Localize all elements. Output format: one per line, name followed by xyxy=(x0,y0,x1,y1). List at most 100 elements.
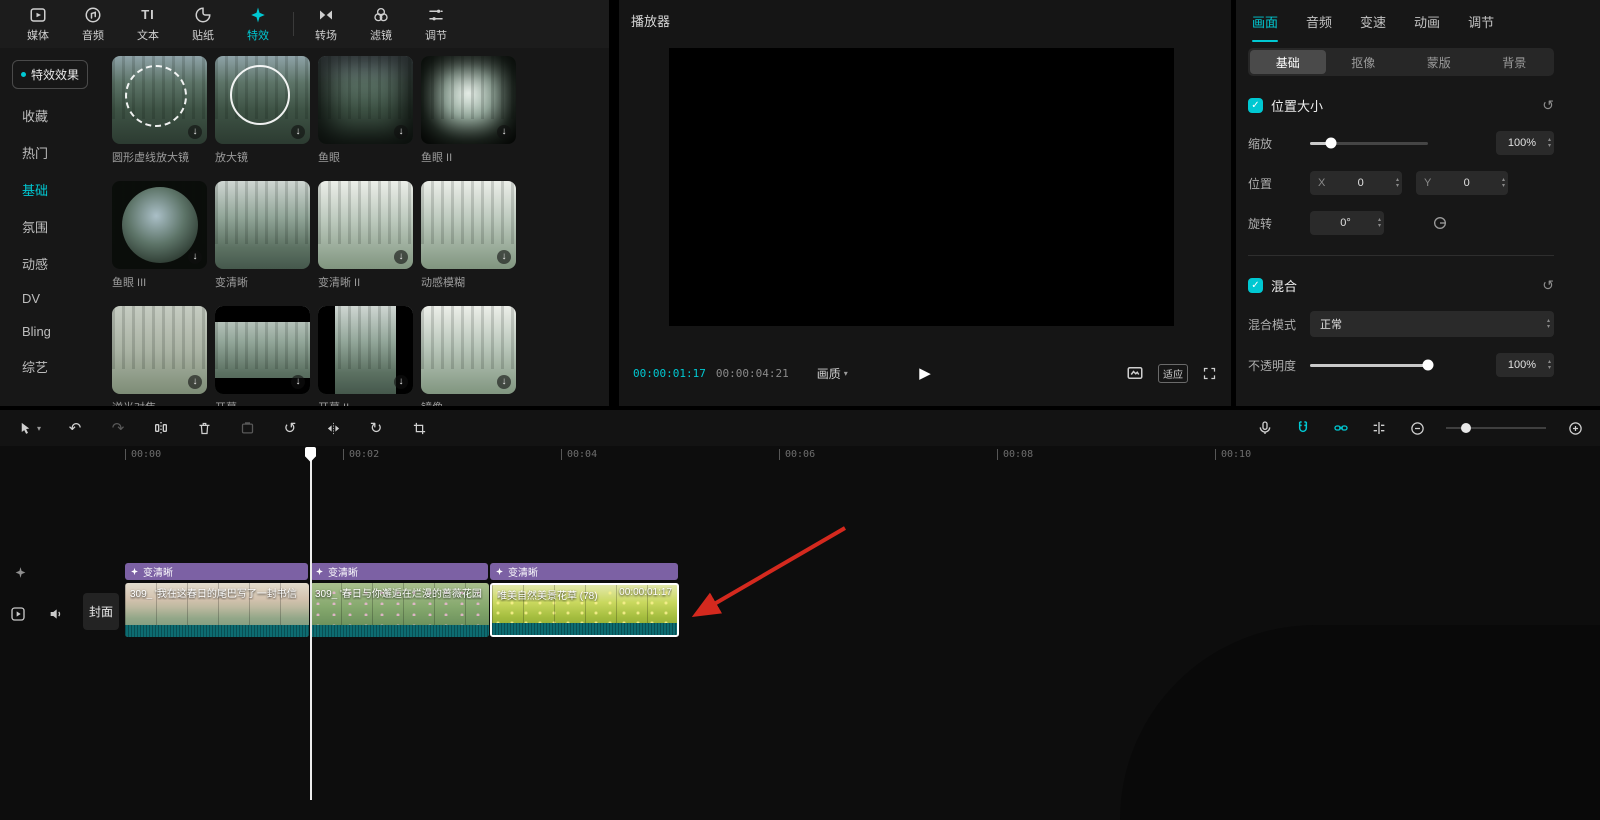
effect-card[interactable]: ↓ 鱼眼 III xyxy=(112,181,207,290)
blend-checkbox[interactable]: ✓ xyxy=(1248,278,1263,293)
link-tracks-icon[interactable] xyxy=(1332,419,1350,437)
zoom-out-icon[interactable] xyxy=(1408,419,1426,437)
tab-filter[interactable]: 滤镜 xyxy=(355,6,407,43)
position-y-input[interactable]: Y 0 ▴▾ xyxy=(1416,171,1508,195)
effect-card[interactable]: ↓ 开幕 II xyxy=(318,306,413,406)
tab-animation[interactable]: 动画 xyxy=(1414,0,1440,42)
tab-effects[interactable]: 特效 xyxy=(232,6,284,43)
tab-transition[interactable]: 转场 xyxy=(300,6,352,43)
effect-thumbnail[interactable]: ↓ xyxy=(112,56,207,144)
effect-card[interactable]: ↓ 逆光对焦 xyxy=(112,306,207,406)
effect-thumbnail[interactable]: ↓ xyxy=(215,56,310,144)
stepper-arrows-icon[interactable]: ▴▾ xyxy=(1396,177,1399,189)
category-bling[interactable]: Bling xyxy=(0,315,104,348)
effect-thumbnail[interactable]: ↓ xyxy=(421,56,516,144)
category-hot[interactable]: 热门 xyxy=(0,134,104,171)
mute-track-icon[interactable] xyxy=(48,606,64,622)
reset-icon[interactable]: ↺ xyxy=(1542,277,1554,294)
effect-card[interactable]: ↓ 鱼眼 xyxy=(318,56,413,165)
tab-media[interactable]: 媒体 xyxy=(12,6,64,43)
subtab-mask[interactable]: 蒙版 xyxy=(1401,50,1477,74)
effect-thumbnail[interactable]: ↓ xyxy=(421,181,516,269)
tab-speed[interactable]: 变速 xyxy=(1360,0,1386,42)
stepper-arrows-icon[interactable]: ▴▾ xyxy=(1547,318,1550,330)
rotate-value-input[interactable]: 0° ▴▾ xyxy=(1310,211,1384,235)
blend-mode-dropdown[interactable]: 正常 ▴▾ xyxy=(1310,311,1554,337)
split-icon[interactable] xyxy=(152,419,170,437)
subtab-keying[interactable]: 抠像 xyxy=(1326,50,1402,74)
scale-slider[interactable] xyxy=(1310,142,1428,145)
subtab-basic[interactable]: 基础 xyxy=(1250,50,1326,74)
timeline-zoom-slider[interactable] xyxy=(1446,427,1546,429)
position-size-checkbox[interactable]: ✓ xyxy=(1248,98,1263,113)
record-audio-icon[interactable] xyxy=(1256,419,1274,437)
stepper-arrows-icon[interactable]: ▴▾ xyxy=(1378,217,1381,229)
track-preview-icon[interactable] xyxy=(10,606,26,622)
opacity-value-input[interactable]: 100% ▴▾ xyxy=(1496,353,1554,377)
freeze-frame-icon[interactable] xyxy=(238,419,256,437)
effect-card[interactable]: ↓ 放大镜 xyxy=(215,56,310,165)
reset-icon[interactable]: ↺ xyxy=(1542,97,1554,114)
fit-mode-button[interactable]: 适应 xyxy=(1158,364,1188,383)
position-x-input[interactable]: X 0 ▴▾ xyxy=(1310,171,1402,195)
effect-thumbnail[interactable]: ↓ xyxy=(318,181,413,269)
crop-icon[interactable] xyxy=(410,419,428,437)
effect-card[interactable]: ↓ 镜像 xyxy=(421,306,516,406)
rotate-dial-icon[interactable] xyxy=(1432,215,1448,231)
category-basic[interactable]: 基础 xyxy=(0,171,104,208)
opacity-slider[interactable] xyxy=(1310,364,1428,367)
undo-icon[interactable]: ↶ xyxy=(66,419,84,437)
timeline-video-clip[interactable]: 309_ '我在这春日的尾巴写了一封书信 xyxy=(125,583,309,637)
effect-card[interactable]: ↓ 鱼眼 II xyxy=(421,56,516,165)
fullscreen-icon[interactable] xyxy=(1202,366,1217,381)
stepper-arrows-icon[interactable]: ▴▾ xyxy=(1548,137,1551,149)
rotate-icon[interactable]: ↻ xyxy=(367,419,385,437)
select-tool[interactable]: ▾ xyxy=(16,419,41,437)
effects-group-selector[interactable]: 特效效果 xyxy=(12,60,88,89)
effect-card[interactable]: ↓ 变清晰 II xyxy=(318,181,413,290)
tab-audio[interactable]: 音频 xyxy=(67,6,119,43)
tab-sticker[interactable]: 贴纸 xyxy=(177,6,229,43)
redo-icon[interactable]: ↷ xyxy=(109,419,127,437)
tab-audio-settings[interactable]: 音频 xyxy=(1306,0,1332,42)
timeline-ruler[interactable]: 00:00 00:02 00:04 00:06 00:08 00:10 xyxy=(0,446,1600,464)
effect-clip[interactable]: 变清晰 xyxy=(125,563,308,580)
category-favorites[interactable]: 收藏 xyxy=(0,97,104,134)
video-preview-canvas[interactable] xyxy=(669,48,1174,326)
preview-quality-icon[interactable] xyxy=(1126,364,1144,382)
play-button[interactable]: ▶ xyxy=(919,364,931,382)
subtab-background[interactable]: 背景 xyxy=(1477,50,1553,74)
effect-card[interactable]: ↓ 圆形虚线放大镜 xyxy=(112,56,207,165)
category-dynamic[interactable]: 动感 xyxy=(0,245,104,282)
effect-thumbnail[interactable]: ↓ xyxy=(421,306,516,394)
timeline-video-clip-selected[interactable]: 唯美自然美景花草 (78) 00:00:01:17 xyxy=(490,583,679,637)
tab-text[interactable]: TI 文本 xyxy=(122,6,174,43)
zoom-in-icon[interactable] xyxy=(1566,419,1584,437)
snap-magnet-icon[interactable] xyxy=(1294,419,1312,437)
timeline-video-clip[interactable]: 309_ '春日与你邂逅在烂漫的蔷薇花园 xyxy=(310,583,489,637)
tab-picture[interactable]: 画面 xyxy=(1252,0,1278,42)
effect-thumbnail[interactable]: ↓ xyxy=(215,306,310,394)
effect-card[interactable]: ↓ 开幕 xyxy=(215,306,310,406)
category-dv[interactable]: DV xyxy=(0,282,104,315)
cover-button[interactable]: 封面 xyxy=(83,593,119,630)
effect-card[interactable]: 变清晰 xyxy=(215,181,310,290)
mirror-icon[interactable] xyxy=(324,419,342,437)
scale-value-input[interactable]: 100% ▴▾ xyxy=(1496,131,1554,155)
effect-clip[interactable]: 变清晰 xyxy=(310,563,488,580)
category-variety[interactable]: 综艺 xyxy=(0,348,104,385)
reverse-icon[interactable]: ↺ xyxy=(281,419,299,437)
delete-icon[interactable] xyxy=(195,419,213,437)
effect-thumbnail[interactable]: ↓ xyxy=(112,181,207,269)
preview-axis-icon[interactable] xyxy=(1370,419,1388,437)
stepper-arrows-icon[interactable]: ▴▾ xyxy=(1502,177,1505,189)
stepper-arrows-icon[interactable]: ▴▾ xyxy=(1548,359,1551,371)
effect-card[interactable]: ↓ 动感模糊 xyxy=(421,181,516,290)
category-atmosphere[interactable]: 氛围 xyxy=(0,208,104,245)
effect-thumbnail[interactable]: ↓ xyxy=(318,306,413,394)
quality-dropdown[interactable]: 画质 ▾ xyxy=(817,365,848,382)
effect-thumbnail[interactable] xyxy=(215,181,310,269)
playhead-line[interactable] xyxy=(310,448,312,800)
effect-thumbnail[interactable]: ↓ xyxy=(318,56,413,144)
effect-thumbnail[interactable]: ↓ xyxy=(112,306,207,394)
